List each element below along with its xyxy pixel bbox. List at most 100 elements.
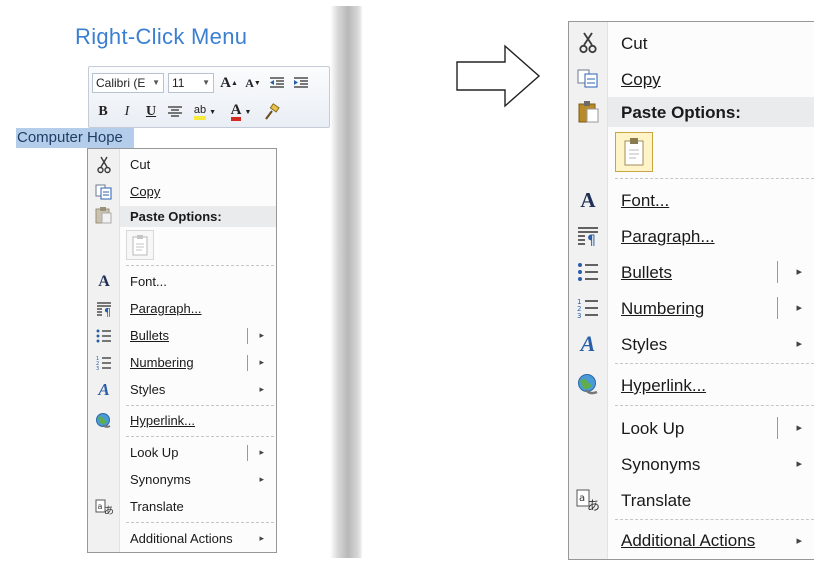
submenu-arrow-icon: ▸ [259, 533, 264, 543]
bullets-icon [575, 259, 601, 285]
menu-item-label: Copy [130, 184, 161, 199]
menu-item-label: Bullets [621, 263, 673, 282]
submenu-arrow-icon: ▸ [796, 458, 802, 470]
menu-item-paragraph[interactable]: ¶ Paragraph... [569, 219, 814, 253]
svg-text:a: a [98, 502, 103, 511]
menu-item-label: Cut [130, 157, 151, 172]
menu-item-cut[interactable]: Cut [88, 153, 276, 177]
svg-text:あ: あ [587, 499, 600, 512]
clipboard-icon [575, 99, 601, 125]
font-name-value: Calibri (E [96, 76, 146, 90]
menu-item-additional-actions[interactable]: Additional Actions ▸ [569, 525, 814, 559]
menu-item-bullets[interactable]: Bullets ▸ [88, 324, 276, 348]
italic-button[interactable]: I [116, 102, 138, 122]
svg-text:¶: ¶ [104, 306, 111, 317]
font-icon: A [580, 187, 596, 212]
grow-font-icon: A [220, 74, 231, 91]
paste-keep-source-button[interactable] [126, 229, 154, 263]
shrink-font-button[interactable]: A ▼ [242, 73, 264, 93]
submenu-arrow-icon: ▸ [259, 384, 264, 394]
menu-item-look-up[interactable]: Look Up ▸ [88, 441, 276, 465]
font-color-button[interactable]: A ▼ [224, 102, 258, 122]
menu-item-paragraph[interactable]: ¶ Paragraph... [88, 297, 276, 321]
submenu-arrow-icon[interactable]: ▸ [796, 421, 802, 434]
menu-item-label: Font... [130, 274, 167, 289]
page-title: Right-Click Menu [75, 24, 248, 49]
split-divider [247, 355, 248, 371]
copy-icon [94, 182, 114, 202]
paste-icon [126, 230, 154, 260]
menu-item-hyperlink[interactable]: Hyperlink... [88, 409, 276, 433]
menu-item-label: Hyperlink... [130, 413, 196, 428]
menu-item-font[interactable]: A Font... [569, 183, 814, 217]
font-size-value: 11 [172, 76, 185, 90]
menu-separator [126, 405, 274, 406]
submenu-arrow-icon[interactable]: ▸ [259, 357, 264, 368]
copy-icon [575, 66, 601, 92]
menu-item-look-up[interactable]: Look Up ▸ [569, 411, 814, 445]
translate-icon: aあ [94, 497, 114, 517]
menu-separator [615, 405, 814, 406]
grow-font-button[interactable]: A ▲ [218, 73, 240, 93]
paste-options-label: Paste Options: [621, 103, 741, 122]
increase-indent-button[interactable] [290, 73, 312, 93]
paste-icon [615, 132, 653, 172]
menu-item-label: Cut [621, 34, 648, 53]
submenu-arrow-icon[interactable]: ▸ [796, 301, 802, 314]
svg-text:¶: ¶ [587, 233, 596, 246]
menu-separator [126, 436, 274, 437]
menu-item-label: Copy [621, 70, 661, 89]
paste-options-header: Paste Options: [608, 97, 814, 127]
menu-item-translate[interactable]: aあ Translate [88, 495, 276, 519]
selected-text[interactable]: Computer Hope [16, 128, 134, 148]
chevron-down-icon: ▼ [152, 78, 160, 87]
menu-item-copy[interactable]: Copy [569, 62, 814, 96]
arrow-right-icon [456, 44, 541, 108]
menu-item-label: Additional Actions [621, 531, 756, 550]
decrease-indent-icon [270, 77, 284, 88]
menu-item-styles[interactable]: A Styles ▸ [88, 378, 276, 402]
menu-item-font[interactable]: A Font... [88, 270, 276, 294]
chevron-down-icon: ▼ [209, 108, 217, 116]
italic-icon: I [124, 104, 130, 119]
submenu-arrow-icon[interactable]: ▸ [259, 330, 264, 341]
menu-item-cut[interactable]: Cut [569, 26, 814, 60]
svg-text:あ: あ [104, 505, 113, 516]
font-size-select[interactable]: 11 ▼ [168, 73, 214, 93]
translate-icon: aあ [575, 487, 601, 513]
split-divider [247, 445, 248, 461]
underline-button[interactable]: U [140, 102, 162, 122]
menu-item-copy[interactable]: Copy [88, 180, 276, 204]
svg-text:3: 3 [96, 366, 99, 371]
menu-item-styles[interactable]: A Styles ▸ [569, 327, 814, 361]
menu-item-synonyms[interactable]: Synonyms ▸ [569, 447, 814, 481]
menu-item-label: Look Up [621, 419, 685, 438]
menu-item-label: Additional Actions [130, 531, 233, 546]
menu-item-bullets[interactable]: Bullets ▸ [569, 255, 814, 289]
menu-item-synonyms[interactable]: Synonyms ▸ [88, 468, 276, 492]
split-divider [777, 261, 778, 283]
submenu-arrow-icon: ▸ [796, 338, 802, 350]
menu-item-additional-actions[interactable]: Additional Actions ▸ [88, 527, 276, 551]
font-name-select[interactable]: Calibri (E ▼ [92, 73, 164, 93]
submenu-arrow-icon[interactable]: ▸ [796, 265, 802, 278]
menu-item-label: Bullets [130, 328, 170, 343]
highlight-button[interactable]: ab ▼ [188, 102, 222, 122]
menu-item-numbering[interactable]: 123 Numbering ▸ [88, 351, 276, 375]
menu-item-label: Synonyms [621, 455, 701, 474]
format-painter-button[interactable] [260, 102, 282, 122]
scissors-icon [94, 155, 114, 175]
menu-item-hyperlink[interactable]: Hyperlink... [569, 368, 814, 402]
paste-keep-source-button[interactable] [615, 130, 653, 176]
submenu-arrow-icon[interactable]: ▸ [259, 447, 264, 458]
menu-item-numbering[interactable]: 123 Numbering ▸ [569, 291, 814, 325]
menu-item-translate[interactable]: aあ Translate [569, 483, 814, 517]
styles-icon: A [580, 331, 596, 356]
center-button[interactable] [164, 102, 186, 122]
shrink-font-icon: A [245, 75, 254, 90]
decrease-indent-button[interactable] [266, 73, 288, 93]
menu-separator [126, 522, 274, 523]
bold-button[interactable]: B [92, 102, 114, 122]
svg-text:3: 3 [577, 312, 581, 318]
menu-item-label: Font... [621, 191, 670, 210]
